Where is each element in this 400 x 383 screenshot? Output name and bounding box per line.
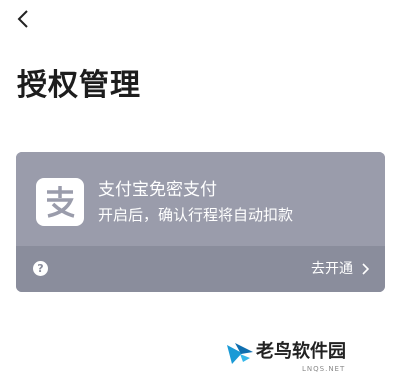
service-name: 支付宝免密支付	[98, 180, 217, 200]
page-title: 授权管理	[17, 68, 141, 103]
chevron-right-icon	[362, 263, 369, 275]
card-action-bar: ? 去开通	[16, 246, 385, 292]
service-description: 开启后，确认行程将自动扣款	[98, 206, 294, 224]
alipay-auth-card: 支付宝免密支付 开启后，确认行程将自动扣款 ? 去开通	[16, 152, 385, 292]
back-button[interactable]	[8, 4, 38, 34]
card-info-section: 支付宝免密支付 开启后，确认行程将自动扣款	[16, 152, 385, 246]
watermark-text: 老鸟软件园	[256, 341, 346, 362]
watermark: 老鸟软件园 LNQS.NET	[218, 332, 398, 380]
chevron-left-icon	[17, 10, 28, 28]
activate-button[interactable]: 去开通	[311, 257, 369, 281]
watermark-subtext: LNQS.NET	[302, 365, 346, 373]
bird-logo-icon	[227, 343, 253, 364]
alipay-logo-icon	[36, 178, 84, 226]
activate-label: 去开通	[311, 261, 353, 277]
help-circle-icon[interactable]: ?	[33, 261, 48, 276]
